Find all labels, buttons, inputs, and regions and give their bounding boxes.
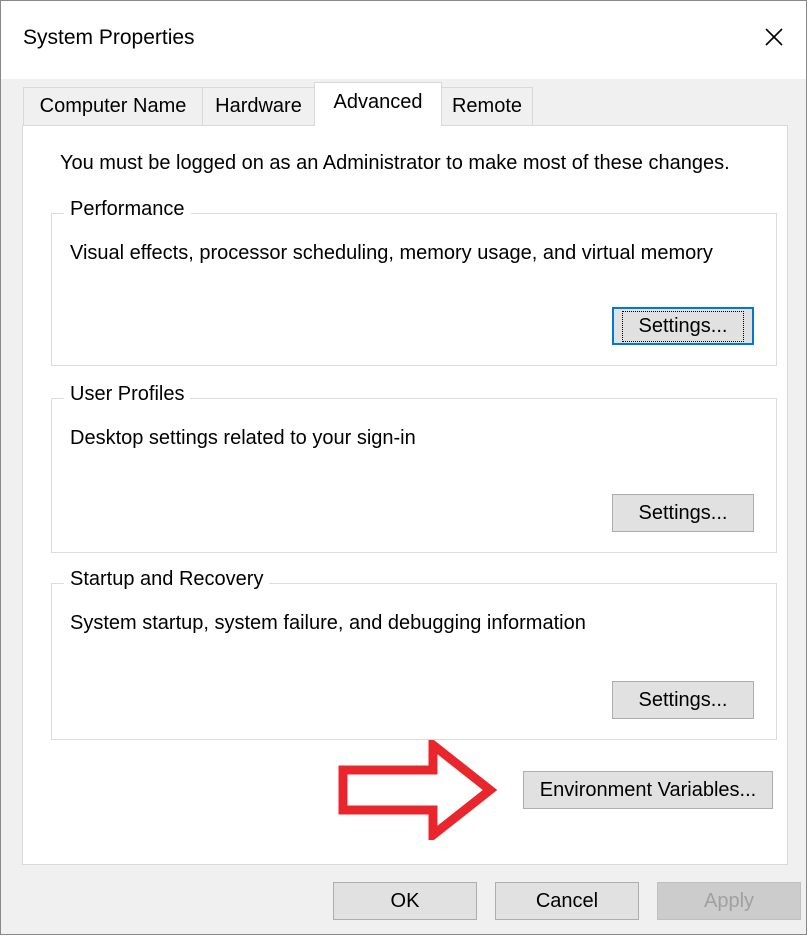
tab-label: Computer Name bbox=[39, 95, 187, 117]
admin-note: You must be logged on as an Administrato… bbox=[60, 152, 730, 174]
performance-legend: Performance bbox=[64, 198, 191, 221]
tab-hardware[interactable]: Hardware bbox=[202, 87, 315, 125]
title-bar: System Properties bbox=[1, 1, 806, 79]
button-label: Settings... bbox=[621, 310, 745, 342]
advanced-tab-panel: You must be logged on as an Administrato… bbox=[22, 125, 788, 865]
user-profiles-settings-button[interactable]: Settings... bbox=[612, 494, 754, 532]
button-label: Apply bbox=[703, 889, 755, 912]
cancel-button[interactable]: Cancel bbox=[495, 882, 639, 920]
startup-recovery-legend: Startup and Recovery bbox=[64, 568, 270, 591]
apply-button[interactable]: Apply bbox=[657, 882, 801, 920]
performance-description: Visual effects, processor scheduling, me… bbox=[70, 242, 713, 264]
button-label: Settings... bbox=[638, 501, 728, 524]
user-profiles-group: User Profiles Desktop settings related t… bbox=[51, 383, 777, 553]
startup-recovery-description: System startup, system failure, and debu… bbox=[70, 612, 586, 634]
environment-variables-button[interactable]: Environment Variables... bbox=[523, 771, 773, 809]
tab-label: Hardware bbox=[215, 95, 302, 117]
tab-advanced[interactable]: Advanced bbox=[314, 82, 442, 126]
tab-computer-name[interactable]: Computer Name bbox=[23, 87, 203, 125]
ok-button[interactable]: OK bbox=[333, 882, 477, 920]
system-properties-dialog: System Properties Computer Name Hardware… bbox=[0, 0, 807, 935]
user-profiles-legend: User Profiles bbox=[64, 383, 191, 406]
window-title: System Properties bbox=[23, 26, 195, 49]
tab-label: Remote bbox=[451, 95, 523, 117]
tab-remote[interactable]: Remote bbox=[441, 87, 533, 125]
close-icon bbox=[765, 28, 783, 46]
tab-label: Advanced bbox=[333, 91, 423, 113]
startup-recovery-group: Startup and Recovery System startup, sys… bbox=[51, 568, 777, 740]
close-button[interactable] bbox=[742, 1, 806, 73]
startup-recovery-settings-button[interactable]: Settings... bbox=[612, 681, 754, 719]
user-profiles-description: Desktop settings related to your sign-in bbox=[70, 427, 416, 449]
button-label: Settings... bbox=[638, 688, 728, 711]
button-label: Environment Variables... bbox=[539, 778, 757, 801]
button-label: Cancel bbox=[535, 889, 599, 912]
button-label: OK bbox=[390, 889, 420, 912]
annotation-arrow-icon bbox=[338, 740, 498, 840]
performance-group: Performance Visual effects, processor sc… bbox=[51, 198, 777, 366]
performance-settings-button[interactable]: Settings... bbox=[612, 307, 754, 345]
